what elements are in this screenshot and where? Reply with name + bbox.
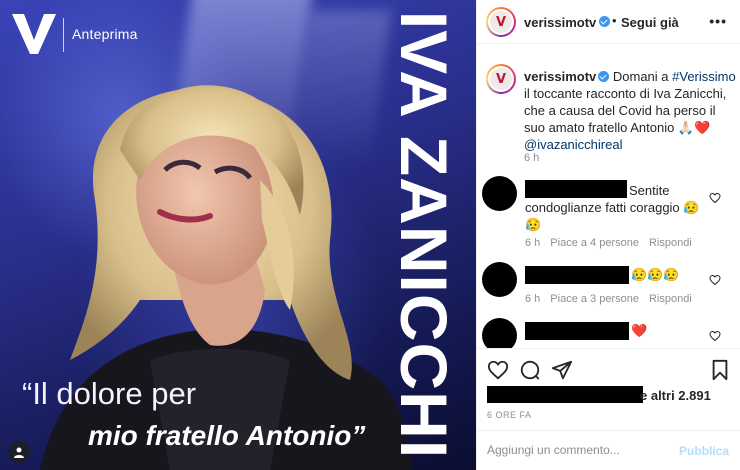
- post-timestamp[interactable]: 6 ORE FA: [487, 410, 532, 420]
- comment-text: 😥😥😥: [631, 267, 680, 282]
- redacted-username: [525, 322, 629, 340]
- separator-dot: •: [612, 13, 617, 28]
- comment-item: ❤️: [477, 318, 740, 348]
- quote-line-2: mio fratello Antonio”: [88, 420, 366, 451]
- post-image[interactable]: Anteprima IVA ZANICCHI “Il dolore per mi…: [0, 0, 476, 470]
- guest-name-vertical: IVA ZANICCHI: [387, 10, 461, 460]
- comment-bubble-icon[interactable]: [519, 359, 541, 381]
- likes-count[interactable]: e altri 2.891: [640, 388, 711, 403]
- reply-button[interactable]: Rispondi: [649, 237, 692, 249]
- avatar[interactable]: V: [486, 7, 516, 37]
- quote-line-1: “Il dolore per: [22, 376, 197, 411]
- publish-button[interactable]: Pubblica: [679, 444, 729, 458]
- add-comment-bar: Pubblica: [477, 430, 740, 470]
- like-heart-icon[interactable]: [487, 359, 509, 381]
- comment-likes[interactable]: Piace a 3 persone: [550, 293, 639, 305]
- following-button[interactable]: Segui già: [621, 15, 679, 30]
- post-sidebar: V verissimotv • Segui già ••• V verissim…: [476, 0, 740, 470]
- likes-row: e altri 2.891: [477, 384, 740, 404]
- avatar[interactable]: [482, 176, 517, 211]
- person-icon: [14, 447, 24, 458]
- comment-time[interactable]: 6 h: [525, 237, 540, 249]
- comment-likes[interactable]: Piace a 4 persone: [550, 237, 639, 249]
- share-paper-plane-icon[interactable]: [551, 359, 573, 381]
- comment-text: Sentite condoglianze fatti coraggio 😥😥: [525, 183, 700, 232]
- avatar[interactable]: V: [486, 64, 516, 94]
- redacted-username: [525, 266, 629, 284]
- verified-badge-icon: [599, 16, 610, 27]
- comment-meta: 6 h Piace a 4 persone Rispondi: [525, 237, 702, 249]
- comment-input[interactable]: [487, 443, 667, 457]
- reply-button[interactable]: Rispondi: [649, 293, 692, 305]
- tagged-user-icon[interactable]: [8, 441, 30, 463]
- comment-time[interactable]: 6 h: [525, 293, 540, 305]
- hashtag-link[interactable]: #Verissimo: [672, 69, 736, 84]
- caption-text-start: Domani a: [609, 69, 673, 84]
- like-comment-heart-icon[interactable]: [709, 192, 721, 204]
- avatar[interactable]: [482, 318, 517, 348]
- like-comment-heart-icon[interactable]: [709, 330, 721, 342]
- more-options-icon[interactable]: •••: [709, 13, 727, 29]
- mention-link[interactable]: @ivazanicchireal: [524, 137, 622, 152]
- caption-text: verissimotv Domani a #Verissimo il tocca…: [524, 68, 736, 153]
- avatar[interactable]: [482, 262, 517, 297]
- caption-username[interactable]: verissimotv: [524, 69, 596, 84]
- post-header: V verissimotv • Segui già •••: [477, 0, 740, 44]
- header-username[interactable]: verissimotv: [524, 15, 596, 30]
- caption-timestamp[interactable]: 6 h: [524, 152, 539, 164]
- comment-text: ❤️: [631, 323, 648, 338]
- action-bar: [477, 348, 740, 388]
- caption-text-body: il toccante racconto di Iva Zanicchi, ch…: [524, 86, 727, 135]
- like-comment-heart-icon[interactable]: [709, 274, 721, 286]
- redacted-liker: [487, 386, 643, 403]
- verissimo-avatar-icon: V: [490, 11, 512, 33]
- verissimo-avatar-icon: V: [490, 68, 512, 90]
- verified-badge-icon: [598, 71, 610, 82]
- comment-meta: 6 h Piace a 3 persone Rispondi: [525, 293, 702, 305]
- bookmark-icon[interactable]: [709, 359, 731, 381]
